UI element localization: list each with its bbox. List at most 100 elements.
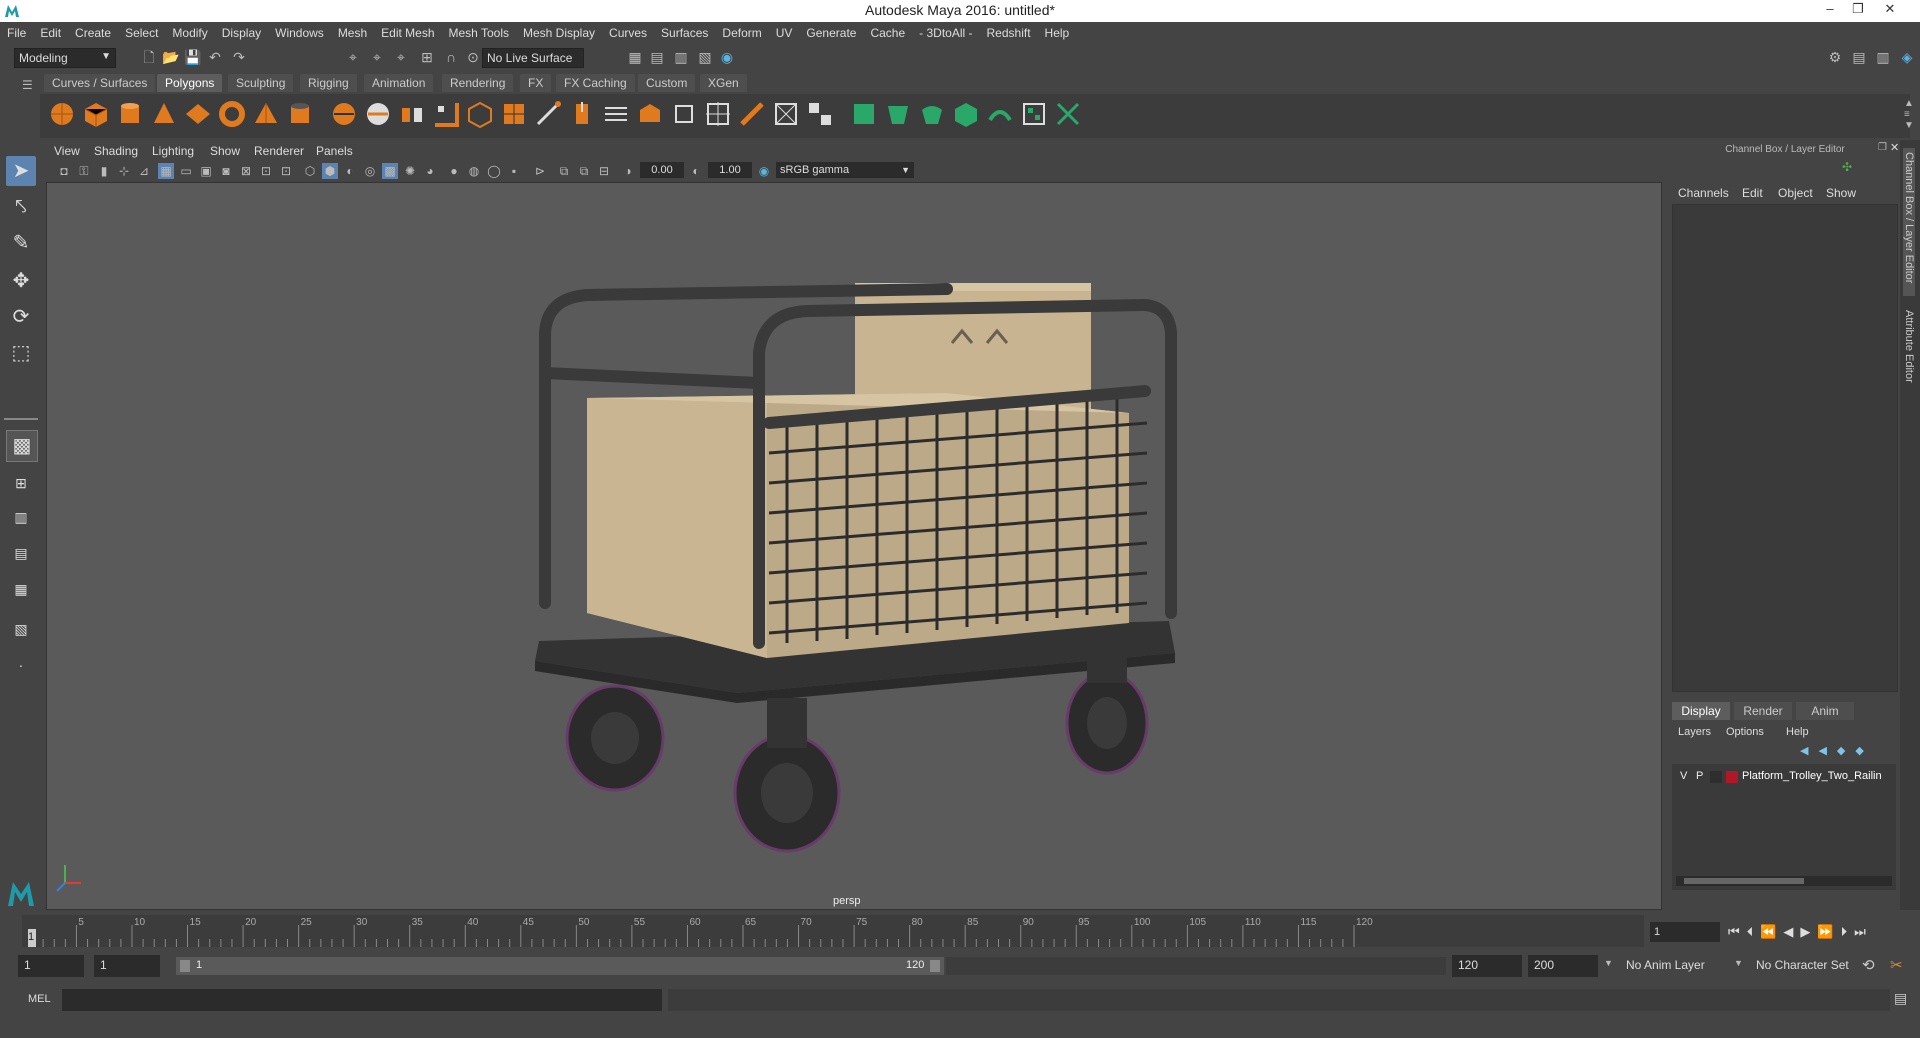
close-panel-icon[interactable]: ✕ — [1890, 141, 1899, 154]
mode-dropdown[interactable]: Modeling ▼ — [14, 48, 116, 68]
bevel-icon[interactable] — [636, 100, 664, 128]
wireframe-on-shaded-icon[interactable]: ◐ — [342, 163, 358, 179]
viewport-menu-show[interactable]: Show — [210, 144, 240, 158]
layer-visibility-toggle[interactable]: V — [1680, 770, 1687, 782]
menu-windows[interactable]: Windows — [268, 26, 331, 40]
viewport-menu-shading[interactable]: Shading — [94, 144, 138, 158]
extrude-icon[interactable] — [568, 100, 596, 128]
open-scene-icon[interactable]: 📂 — [162, 49, 180, 65]
close-icon[interactable]: ✕ — [1878, 1, 1902, 17]
shelf-tab-custom[interactable]: Custom — [638, 74, 696, 92]
viewport-menu-renderer[interactable]: Renderer — [254, 144, 304, 158]
render-settings-icon[interactable]: ▦ — [626, 49, 644, 65]
float-panel-icon[interactable]: ❐ — [1878, 142, 1887, 153]
ambient-occlusion-icon[interactable]: ● — [446, 163, 462, 179]
single-view-layout-icon[interactable]: ▩ — [6, 430, 38, 462]
safe-action-icon[interactable]: ⊡ — [258, 163, 274, 179]
persp-graph-layout-icon[interactable]: ▤ — [6, 538, 36, 568]
workspace-icon[interactable]: ⚙ — [1826, 49, 1844, 65]
color-space-dropdown[interactable]: sRGB gamma ▼ — [776, 162, 914, 178]
uv-layout-icon[interactable] — [1020, 100, 1048, 128]
separate-icon[interactable] — [364, 100, 392, 128]
delete-edge-icon[interactable] — [806, 100, 834, 128]
shelf-scroll-icon[interactable]: ▲ ≡ ▼ — [1904, 98, 1914, 131]
shelf-menu-icon[interactable]: ☰ — [22, 78, 33, 92]
poly-pipe-icon[interactable] — [286, 100, 314, 128]
render-view-icon[interactable]: ▧ — [696, 49, 714, 65]
bridge-icon[interactable] — [602, 100, 630, 128]
target-weld-icon[interactable] — [772, 100, 800, 128]
select-component-icon[interactable]: ⌖ — [392, 49, 410, 65]
shelf-tab-fx-caching[interactable]: FX Caching — [556, 74, 635, 92]
layer-action-icons[interactable]: ◀◀◆◆ — [1800, 744, 1874, 757]
isolate-select-icon[interactable]: ⊳ — [532, 163, 548, 179]
poly-cone-icon[interactable] — [150, 100, 178, 128]
poly-sphere-icon[interactable] — [48, 100, 76, 128]
select-hierarchy-icon[interactable]: ⌖ — [344, 49, 362, 65]
side-tab-channel-box[interactable]: Channel Box / Layer Editor — [1903, 148, 1915, 296]
exposure-icon[interactable]: ◑ — [620, 163, 636, 179]
camera-lock-icon[interactable]: ⚿ — [76, 163, 92, 179]
layers-menu[interactable]: Layers — [1678, 726, 1711, 738]
menu-surfaces[interactable]: Surfaces — [654, 26, 715, 40]
move-tool-icon[interactable]: ✥ — [6, 266, 36, 296]
wireframe-icon[interactable]: ⬡ — [302, 163, 318, 179]
multi-cut-icon[interactable] — [534, 100, 562, 128]
side-tab-attribute-editor[interactable]: Attribute Editor — [1903, 310, 1915, 383]
mirror-icon[interactable] — [500, 100, 528, 128]
layer-scrollbar-thumb[interactable] — [1684, 878, 1804, 884]
merge-icon[interactable] — [738, 100, 766, 128]
menu-create[interactable]: Create — [68, 26, 118, 40]
layer-help-menu[interactable]: Help — [1786, 726, 1809, 738]
smooth-icon[interactable] — [432, 100, 460, 128]
animation-start-field[interactable]: 1 — [18, 955, 84, 977]
textured-icon[interactable]: ▩ — [382, 163, 398, 179]
range-slider-start-handle[interactable] — [180, 960, 190, 972]
animation-end-field[interactable]: 200 — [1528, 955, 1598, 977]
menu-uv[interactable]: UV — [769, 26, 800, 40]
current-frame-field[interactable]: 1 — [1650, 922, 1720, 942]
channels-menu[interactable]: Channels — [1678, 186, 1729, 200]
camera-select-icon[interactable]: ◘ — [56, 163, 72, 179]
command-input[interactable] — [62, 989, 662, 1011]
shelf-tab-animation[interactable]: Animation — [364, 74, 434, 92]
shelf-tab-rigging[interactable]: Rigging — [300, 74, 357, 92]
command-language-label[interactable]: MEL — [28, 993, 51, 1005]
uv-cylindrical-icon[interactable] — [884, 100, 912, 128]
range-slider[interactable]: 1 120 — [176, 957, 944, 975]
shelf-tab-polygons[interactable]: Polygons — [157, 74, 223, 92]
lights-icon[interactable]: ✺ — [402, 163, 418, 179]
layer-color-swatch[interactable] — [1726, 771, 1738, 783]
auto-key-icon[interactable]: ✂ — [1890, 956, 1903, 974]
anim-layer-dropdown[interactable]: No Anim Layer — [1620, 955, 1730, 977]
four-view-layout-icon[interactable]: ⊞ — [6, 468, 36, 498]
extract-icon[interactable] — [398, 100, 426, 128]
select-tool-icon[interactable]: ➤ — [6, 156, 36, 186]
shelf-tab-curves-surfaces[interactable]: Curves / Surfaces — [44, 74, 156, 92]
shelf-tab-xgen[interactable]: XGen — [700, 74, 747, 92]
channel-edit-menu[interactable]: Edit — [1742, 186, 1763, 200]
backface-icon[interactable]: ⊟ — [596, 163, 612, 179]
uv-planar-icon[interactable] — [850, 100, 878, 128]
shadows-icon[interactable]: ◕ — [422, 163, 438, 179]
step-forward-frame-icon[interactable]: ⏩ — [1817, 924, 1840, 939]
character-key-icon[interactable]: ⟲ — [1862, 956, 1875, 974]
redo-icon[interactable]: ↷ — [230, 49, 248, 65]
viewport-menu-view[interactable]: View — [54, 144, 80, 158]
poly-torus-icon[interactable] — [218, 100, 246, 128]
script-editor-icon[interactable]: ▤ — [1894, 990, 1907, 1007]
uv-spherical-icon[interactable] — [918, 100, 946, 128]
layer-tab-display[interactable]: Display — [1672, 702, 1730, 720]
snap-curve-icon[interactable]: ∩ — [442, 49, 460, 65]
combine-icon[interactable] — [330, 100, 358, 128]
menu-help[interactable]: Help — [1038, 26, 1077, 40]
anti-aliasing-icon[interactable]: ◯ — [486, 163, 502, 179]
playback-end-field[interactable]: 120 — [1452, 955, 1522, 977]
safe-title-icon[interactable]: ⊡ — [278, 163, 294, 179]
menu-generate[interactable]: Generate — [799, 26, 863, 40]
playback-start-field[interactable]: 1 — [94, 955, 160, 977]
uv-automatic-icon[interactable] — [952, 100, 980, 128]
append-icon[interactable] — [670, 100, 698, 128]
ipr-render-icon[interactable]: ▥ — [672, 49, 690, 65]
modeling-toolkit-icon[interactable]: ▤ — [1850, 49, 1868, 65]
